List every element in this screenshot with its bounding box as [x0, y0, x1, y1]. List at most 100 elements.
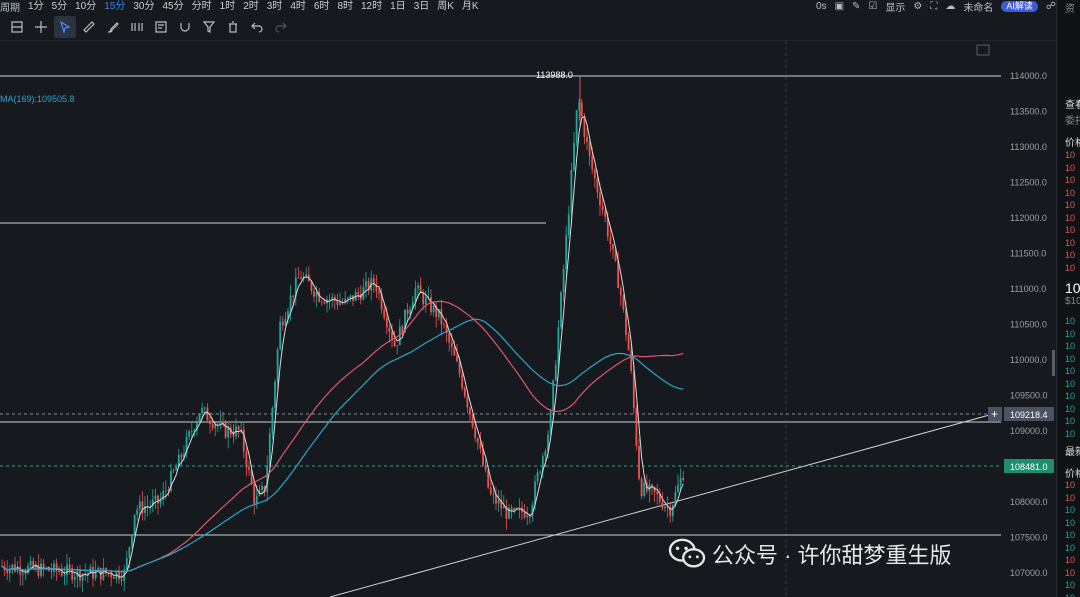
price-tick-label: 107500.0	[1010, 533, 1048, 543]
interval-2[interactable]: 10分	[71, 0, 100, 13]
panel-row: 10	[1065, 341, 1076, 351]
candlestick-chart[interactable]: 113988.0 114000.0 113500.0 113000.0 112500.0…	[0, 41, 1056, 597]
candle-body	[554, 364, 557, 381]
expand-chart-icon	[976, 44, 990, 56]
candle-body	[11, 564, 14, 569]
price-tick-label: 113000.0	[1010, 142, 1047, 152]
interval-17[interactable]: 月K	[458, 0, 483, 13]
interval-list: 1分 5分 10分 15分 30分 45分 分时 1时 2时 3时 4时 6时 8时 12时 1日 3日 周K 月…	[24, 0, 483, 13]
candle-body	[497, 500, 500, 504]
interval-3[interactable]: 15分	[100, 0, 129, 13]
interval-13[interactable]: 12时	[357, 0, 386, 13]
candle-body	[315, 291, 318, 297]
candle-body	[466, 396, 469, 408]
period-label[interactable]: 周期	[0, 0, 24, 14]
interval-9[interactable]: 3时	[263, 0, 287, 13]
cursor-icon[interactable]	[54, 16, 76, 38]
panel-label-view[interactable]: 查看	[1065, 96, 1080, 111]
price-tick-label: 111500.0	[1010, 249, 1046, 259]
candle-body	[630, 350, 633, 372]
interval-6[interactable]: 分时	[188, 0, 216, 13]
interval-8[interactable]: 2时	[239, 0, 263, 13]
note-icon[interactable]	[150, 16, 172, 38]
interval-16[interactable]: 周K	[433, 0, 458, 13]
panel-row: 10	[1065, 480, 1076, 490]
interval-0[interactable]: 1分	[24, 0, 48, 13]
interval-10[interactable]: 4时	[286, 0, 310, 13]
panel-label-latest: 最新	[1065, 447, 1080, 458]
candle-body	[502, 506, 505, 509]
cloud-icon[interactable]: ☁	[945, 1, 955, 12]
candle-body	[357, 292, 360, 294]
display-button[interactable]: 显示	[885, 0, 905, 14]
panel-row: 10	[1065, 505, 1076, 515]
trash-icon[interactable]	[222, 16, 244, 38]
candle-body	[567, 214, 570, 235]
candle-body	[289, 295, 292, 312]
candle-body	[29, 561, 32, 566]
ma-mid-line	[1, 300, 684, 573]
candle-body	[643, 482, 646, 496]
panel-label-orders[interactable]: 委托	[1065, 112, 1080, 127]
redo-icon[interactable]	[270, 16, 292, 38]
candle-body	[443, 324, 445, 326]
countdown-label: 0s	[816, 1, 827, 12]
panel-row: 10	[1065, 530, 1076, 540]
interval-7[interactable]: 1时	[216, 0, 240, 13]
candle-body	[609, 236, 612, 245]
ruler-icon[interactable]	[78, 16, 100, 38]
candle-body	[523, 512, 526, 518]
candle-body	[461, 373, 464, 389]
candle-body	[255, 495, 258, 504]
candle-body	[388, 327, 391, 332]
price-tick-label: 107000.0	[1010, 568, 1048, 578]
candle-body	[336, 300, 339, 305]
candle-body	[661, 501, 664, 509]
panel-row: 10	[1065, 391, 1076, 401]
interval-4[interactable]: 30分	[129, 0, 158, 13]
price-tick-label: 111000.0	[1010, 284, 1046, 294]
ma-short-line	[1, 115, 684, 578]
layout-icon[interactable]	[6, 16, 28, 38]
candle-body	[349, 295, 352, 298]
share-icon[interactable]: ☍	[1046, 1, 1056, 12]
magnet-icon[interactable]	[174, 16, 196, 38]
candle-body	[118, 571, 120, 580]
settings-icon[interactable]: ⚙	[913, 1, 922, 12]
candle-body	[281, 321, 284, 326]
candle-body	[456, 355, 458, 362]
bars-pattern-icon[interactable]	[126, 16, 148, 38]
brush-icon[interactable]	[102, 16, 124, 38]
candle-body	[664, 506, 666, 509]
last-price-label: 108481.0	[1010, 462, 1048, 472]
crosshair-icon[interactable]	[30, 16, 52, 38]
interval-5[interactable]: 45分	[159, 0, 188, 13]
panel-ticker-sub: $10	[1065, 296, 1080, 307]
layout-name[interactable]: 未命名	[963, 0, 993, 14]
candle-body	[203, 407, 206, 409]
candle-body	[588, 141, 591, 157]
fullscreen-icon[interactable]: ⛶	[930, 1, 937, 12]
panel-row: 10	[1065, 237, 1076, 248]
panel-row: 10	[1065, 187, 1076, 198]
interval-14[interactable]: 1日	[386, 0, 410, 13]
undo-icon[interactable]	[246, 16, 268, 38]
interval-12[interactable]: 8时	[333, 0, 357, 13]
interval-15[interactable]: 3日	[410, 0, 434, 13]
ai-button[interactable]: AI解读	[1001, 1, 1038, 12]
candle-body	[526, 515, 529, 518]
interval-1[interactable]: 5分	[48, 0, 72, 13]
interval-11[interactable]: 6时	[310, 0, 334, 13]
filter-icon[interactable]	[198, 16, 220, 38]
price-tick-label: 109000.0	[1010, 426, 1048, 436]
camera-icon[interactable]: ▣	[835, 1, 844, 12]
candle-body	[599, 192, 601, 206]
checkbox-icon[interactable]: ☑	[868, 1, 877, 12]
chart-area[interactable]: 113988.0 114000.0 113500.0 113000.0 112500.0…	[0, 41, 1056, 597]
panel-row: 10	[1065, 542, 1076, 553]
pencil-icon[interactable]: ✎	[852, 1, 860, 12]
panel-ticker: 10	[1065, 280, 1080, 296]
candle-body	[313, 290, 315, 297]
candle-body	[245, 451, 248, 468]
candle-body	[677, 484, 679, 492]
